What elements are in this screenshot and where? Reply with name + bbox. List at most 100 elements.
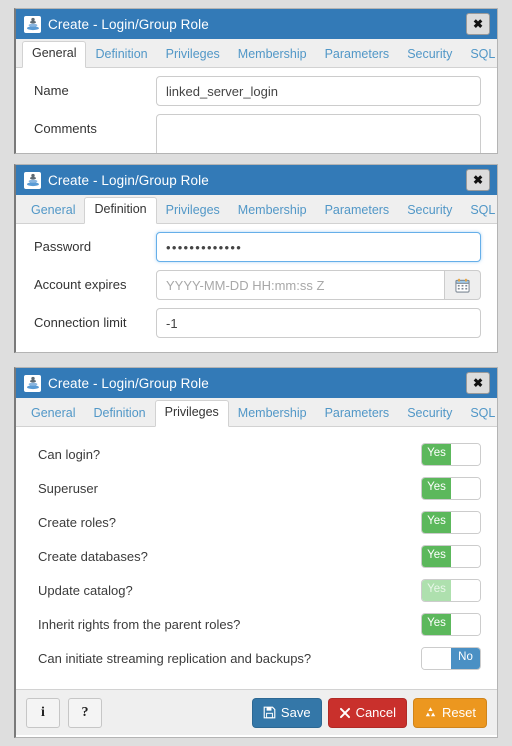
toggle-superuser[interactable]: Yes No	[421, 476, 481, 500]
tab-membership[interactable]: Membership	[229, 43, 316, 68]
close-x-icon	[339, 707, 351, 719]
priv-row-inherit-rights: Inherit rights from the parent roles? Ye…	[16, 607, 497, 641]
account-expires-label: Account expires	[34, 277, 127, 292]
toggle-yes-label: Yes	[422, 511, 451, 533]
priv-label: Superuser	[38, 480, 98, 496]
tab-definition[interactable]: Definition	[86, 43, 156, 68]
priv-label: Inherit rights from the parent roles?	[38, 616, 241, 632]
login-group-role-icon	[24, 374, 41, 392]
toggle-streaming-replication[interactable]: Yes No	[421, 646, 481, 670]
priv-row-superuser: Superuser Yes No	[16, 471, 497, 505]
toggle-update-catalog[interactable]: Yes No	[421, 578, 481, 602]
tab-parameters[interactable]: Parameters	[316, 43, 399, 68]
account-expires-placeholder: YYYY-MM-DD HH:mm:ss Z	[166, 277, 325, 293]
footer-left-buttons: i ?	[26, 697, 252, 728]
connection-limit-input[interactable]: -1	[156, 308, 481, 338]
toggle-can-login[interactable]: Yes No	[421, 442, 481, 466]
name-input[interactable]: linked_server_login	[156, 76, 481, 106]
tab-membership[interactable]: Membership	[229, 402, 316, 427]
toggle-create-roles[interactable]: Yes No	[421, 510, 481, 534]
priv-row-update-catalog: Update catalog? Yes No	[16, 573, 497, 607]
titlebar-definition[interactable]: Create - Login/Group Role ✖	[16, 165, 497, 195]
toggle-yes-label: Yes	[422, 545, 451, 567]
dialog-definition: Create - Login/Group Role ✖ General Defi…	[14, 164, 498, 353]
form-row-name: Name linked_server_login	[16, 68, 497, 106]
tabs-definition: General Definition Privileges Membership…	[16, 195, 497, 224]
priv-label: Can initiate streaming replication and b…	[38, 650, 312, 666]
tab-security[interactable]: Security	[398, 43, 461, 68]
toggle-create-databases[interactable]: Yes No	[421, 544, 481, 568]
tabs-privileges: General Definition Privileges Membership…	[16, 398, 497, 427]
close-icon[interactable]: ✖	[466, 169, 490, 191]
connection-limit-label: Connection limit	[34, 315, 127, 330]
tab-privileges[interactable]: Privileges	[157, 43, 229, 68]
priv-row-create-databases: Create databases? Yes No	[16, 539, 497, 573]
close-icon[interactable]: ✖	[466, 13, 490, 35]
toggle-no-label: No	[451, 579, 480, 601]
form-row-comments: Comments	[16, 106, 497, 153]
titlebar-general[interactable]: Create - Login/Group Role ✖	[16, 9, 497, 39]
toggle-no-label: No	[451, 545, 480, 567]
panel-body-definition: Password ••••••••••••• Account expires Y…	[16, 224, 497, 338]
comments-input[interactable]	[156, 114, 481, 153]
toggle-yes-label: Yes	[422, 477, 451, 499]
tab-sql[interactable]: SQL	[461, 43, 497, 68]
help-icon[interactable]: ?	[68, 697, 102, 728]
info-icon[interactable]: i	[26, 697, 60, 728]
priv-row-streaming-replication: Can initiate streaming replication and b…	[16, 641, 497, 675]
tab-security[interactable]: Security	[398, 402, 461, 427]
reset-label: Reset	[442, 705, 476, 720]
tab-privileges[interactable]: Privileges	[157, 199, 229, 224]
tab-privileges[interactable]: Privileges	[154, 400, 229, 427]
tab-definition[interactable]: Definition	[84, 402, 154, 427]
priv-row-create-roles: Create roles? Yes No	[16, 505, 497, 539]
save-icon	[263, 706, 276, 719]
dialog-footer: i ? Save Cancel Reset	[16, 689, 497, 735]
tab-membership[interactable]: Membership	[229, 199, 316, 224]
toggle-yes-label: Yes	[422, 443, 451, 465]
save-label: Save	[280, 705, 311, 720]
password-label: Password	[34, 239, 92, 254]
toggle-inherit-rights[interactable]: Yes No	[421, 612, 481, 636]
comments-label: Comments	[34, 121, 97, 136]
dialog-general: Create - Login/Group Role ✖ General Defi…	[14, 8, 498, 154]
tab-general[interactable]: General	[22, 199, 84, 224]
close-icon[interactable]: ✖	[466, 372, 490, 394]
name-label: Name	[34, 83, 69, 98]
cancel-button[interactable]: Cancel	[327, 697, 408, 728]
toggle-no-label: No	[451, 511, 480, 533]
tab-sql[interactable]: SQL	[461, 199, 497, 224]
window-title: Create - Login/Group Role	[48, 16, 209, 32]
toggle-yes-label: Yes	[422, 579, 451, 601]
tab-general[interactable]: General	[22, 402, 84, 427]
priv-label: Create roles?	[38, 514, 117, 530]
login-group-role-icon	[24, 171, 41, 189]
tab-general[interactable]: General	[22, 41, 87, 68]
tab-sql[interactable]: SQL	[461, 402, 497, 427]
tab-parameters[interactable]: Parameters	[316, 199, 399, 224]
panel-body-privileges: Can login? Yes No Superuser Yes No Creat…	[16, 427, 497, 689]
form-row-connection-limit: Connection limit -1	[16, 300, 497, 338]
footer-right-buttons: Save Cancel Reset	[251, 697, 487, 728]
dialog-privileges: Create - Login/Group Role ✖ General Defi…	[14, 367, 498, 738]
password-input[interactable]: •••••••••••••	[156, 232, 481, 262]
priv-label: Can login?	[38, 446, 101, 462]
priv-label: Create databases?	[38, 548, 148, 564]
titlebar-privileges[interactable]: Create - Login/Group Role ✖	[16, 368, 497, 398]
save-button[interactable]: Save	[251, 697, 322, 728]
tab-security[interactable]: Security	[398, 199, 461, 224]
tabs-general: General Definition Privileges Membership…	[16, 39, 497, 68]
toggle-yes-label: Yes	[422, 613, 451, 635]
tab-definition[interactable]: Definition	[84, 197, 157, 224]
toggle-no-label: No	[451, 647, 480, 669]
tab-parameters[interactable]: Parameters	[316, 402, 399, 427]
window-title: Create - Login/Group Role	[48, 375, 209, 391]
toggle-no-label: No	[451, 443, 480, 465]
account-expires-input[interactable]: YYYY-MM-DD HH:mm:ss Z	[156, 270, 445, 300]
reset-button[interactable]: Reset	[413, 697, 487, 728]
toggle-yes-label: Yes	[422, 647, 451, 669]
calendar-icon[interactable]	[445, 270, 481, 300]
cancel-label: Cancel	[355, 705, 397, 720]
priv-row-can-login: Can login? Yes No	[16, 437, 497, 471]
toggle-no-label: No	[451, 613, 480, 635]
